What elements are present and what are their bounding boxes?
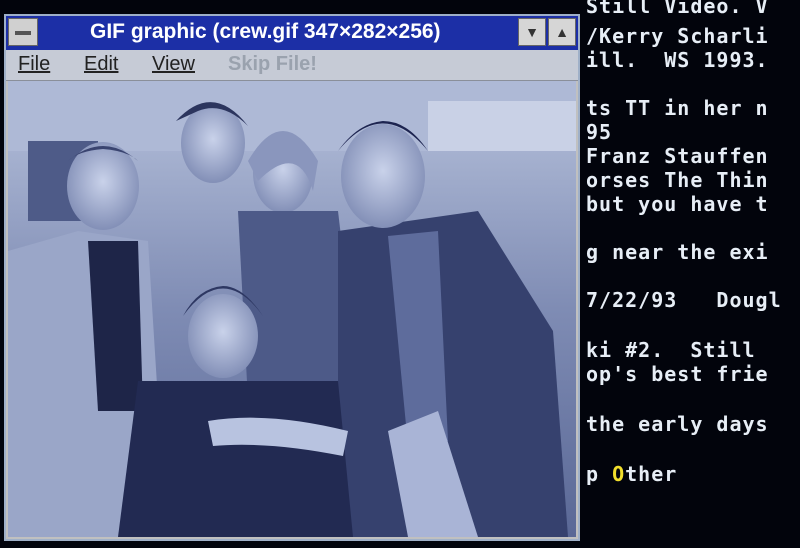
- terminal-line: 95: [586, 120, 613, 144]
- menu-edit[interactable]: Edit: [84, 53, 118, 76]
- menu-bar: File Edit View Skip File!: [6, 50, 578, 81]
- terminal-line: the early days: [586, 412, 769, 436]
- menu-file[interactable]: File: [18, 53, 50, 76]
- system-menu-icon: [15, 31, 31, 35]
- terminal-line: op's best frie: [586, 362, 769, 386]
- option-prefix: p: [586, 462, 613, 486]
- terminal-line: Still Video. V: [586, 0, 769, 18]
- terminal-line: but you have t: [586, 192, 769, 216]
- system-menu-button[interactable]: [8, 18, 38, 46]
- group-photo-image: [8, 81, 576, 537]
- terminal-line: ts TT in her n: [586, 96, 769, 120]
- option-rest: ther: [625, 462, 678, 486]
- gif-viewer-window: GIF graphic (crew.gif 347×282×256) ▼ ▲ F…: [4, 14, 580, 541]
- menu-view[interactable]: View: [152, 53, 195, 76]
- terminal-line: g near the exi: [586, 240, 769, 264]
- terminal-line-option[interactable]: p Other: [586, 462, 677, 486]
- menu-skip-file: Skip File!: [228, 53, 317, 75]
- minimize-button[interactable]: ▼: [518, 18, 546, 46]
- terminal-line: 7/22/93 Dougl: [586, 288, 782, 312]
- title-bar[interactable]: GIF graphic (crew.gif 347×282×256) ▼ ▲: [6, 16, 578, 50]
- option-hotkey: O: [612, 462, 626, 486]
- window-title: GIF graphic (crew.gif 347×282×256): [90, 20, 441, 43]
- terminal-line: /Kerry Scharli: [586, 24, 769, 48]
- terminal-line: ill. WS 1993.: [586, 48, 769, 72]
- terminal-line: orses The Thin: [586, 168, 769, 192]
- terminal-line: ki #2. Still: [586, 338, 756, 362]
- gif-image: [8, 81, 576, 537]
- terminal-line: Franz Stauffen: [586, 144, 769, 168]
- maximize-button[interactable]: ▲: [548, 18, 576, 46]
